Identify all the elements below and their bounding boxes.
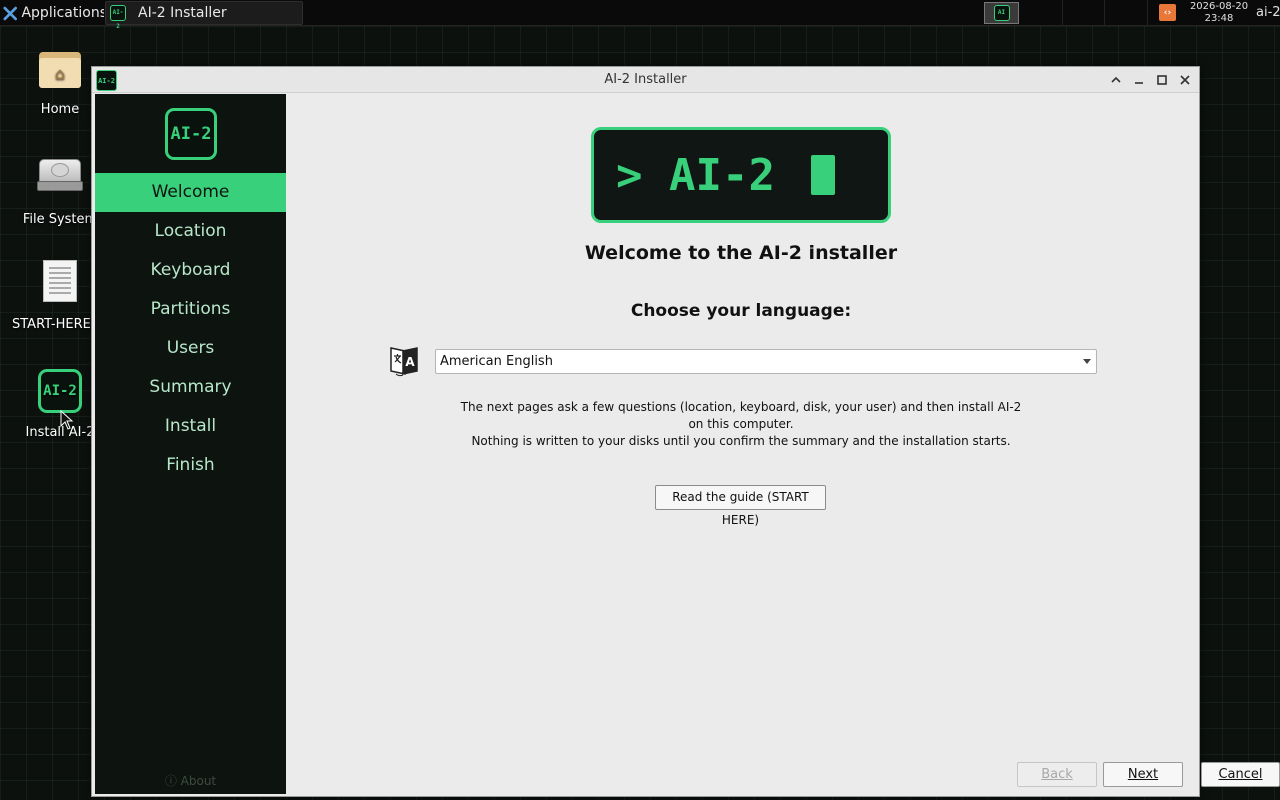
workspace-switcher[interactable]: AI	[984, 2, 1019, 24]
clock[interactable]: 2026-08-20 23:48	[1187, 1, 1251, 25]
panel-separator	[1104, 0, 1105, 26]
text-document-icon	[43, 260, 77, 302]
taskbar-item-title: AI-2 Installer	[138, 5, 227, 21]
svg-text:A: A	[405, 355, 415, 369]
close-icon	[1180, 75, 1190, 85]
maximize-icon	[1157, 75, 1167, 85]
hero-prompt: > AI-2	[616, 149, 775, 201]
choose-language-label: Choose your language:	[630, 301, 852, 321]
close-button[interactable]	[1176, 71, 1194, 89]
intro-line-2: Nothing is written to your disks until y…	[471, 434, 1011, 448]
home-folder-icon: ⌂	[39, 50, 81, 88]
window-title: AI-2 Installer	[604, 72, 687, 87]
user-menu[interactable]: ai-2	[1256, 0, 1280, 26]
hero-banner: > AI-2	[591, 127, 891, 223]
step-summary: Summary	[149, 377, 232, 397]
dropdown-arrow-icon	[1083, 359, 1091, 364]
language-select[interactable]: American English	[435, 349, 1097, 374]
maximize-button[interactable]	[1153, 71, 1171, 89]
panel-separator	[1062, 0, 1063, 26]
step-partitions: Partitions	[150, 299, 231, 319]
back-button-label: Back	[1041, 767, 1073, 782]
taskbar-item-installer[interactable]: AI-2 AI-2 Installer	[105, 1, 303, 30]
language-icon: A	[390, 347, 418, 377]
language-select-value: American English	[440, 354, 553, 369]
terminal-cursor-icon	[810, 155, 835, 195]
chevron-up-icon	[1111, 76, 1121, 83]
installer-sidebar: AI-2 Welcome Location Keyboard Partition…	[95, 94, 286, 794]
step-users: Users	[166, 338, 215, 358]
step-finish: Finish	[166, 455, 215, 475]
xfce-logo-icon	[3, 6, 18, 20]
step-install: Install	[164, 416, 217, 436]
next-button-label: Next	[1127, 767, 1159, 782]
hard-drive-icon	[37, 159, 83, 195]
intro-text: The next pages ask a few questions (loca…	[456, 399, 1026, 450]
cancel-button-label: Cancel	[1218, 767, 1263, 782]
welcome-title: Welcome to the AI-2 installer	[584, 242, 898, 264]
clock-date: 2026-08-20	[1189, 1, 1249, 12]
installer-app-icon: AI-2	[110, 5, 126, 30]
welcome-page: > AI-2 Welcome to the AI-2 installer Cho…	[286, 94, 1280, 794]
window-titlebar[interactable]: AI-2 AI-2 Installer	[92, 67, 1199, 93]
step-welcome: Welcome	[95, 173, 286, 212]
top-panel: Applications AI-2 AI-2 Installer AI ‹› 2…	[0, 0, 1280, 30]
about-button[interactable]: ⓘ About	[95, 772, 286, 789]
mouse-pointer-icon	[60, 410, 74, 430]
applications-label: Applications	[21, 5, 104, 21]
panel-separator	[1147, 0, 1148, 26]
workspace-window-icon: AI	[993, 5, 1010, 21]
minimize-button[interactable]	[1130, 71, 1148, 89]
clock-time: 23:48	[1204, 13, 1234, 24]
sidebar-logo: AI-2	[165, 108, 217, 160]
minimize-icon	[1135, 82, 1143, 84]
notification-icon[interactable]: ‹›	[1159, 4, 1176, 21]
back-button[interactable]: Back	[1017, 762, 1097, 787]
cancel-button[interactable]: Cancel	[1201, 762, 1280, 787]
ai2-installer-icon: AI-2	[38, 369, 82, 413]
intro-line-1: The next pages ask a few questions (loca…	[460, 400, 1022, 431]
read-guide-button[interactable]: Read the guide (START HERE)	[655, 485, 826, 527]
shade-button[interactable]	[1107, 71, 1125, 89]
installer-window: AI-2 AI-2 Installer AI-2 Welcome Locatio…	[91, 66, 1280, 797]
step-list: Welcome Location Keyboard Partitions Use…	[95, 173, 286, 485]
step-location: Location	[154, 221, 227, 241]
step-keyboard: Keyboard	[150, 260, 231, 280]
applications-menu-button[interactable]: Applications	[0, 0, 104, 26]
next-button[interactable]: Next	[1103, 762, 1183, 787]
